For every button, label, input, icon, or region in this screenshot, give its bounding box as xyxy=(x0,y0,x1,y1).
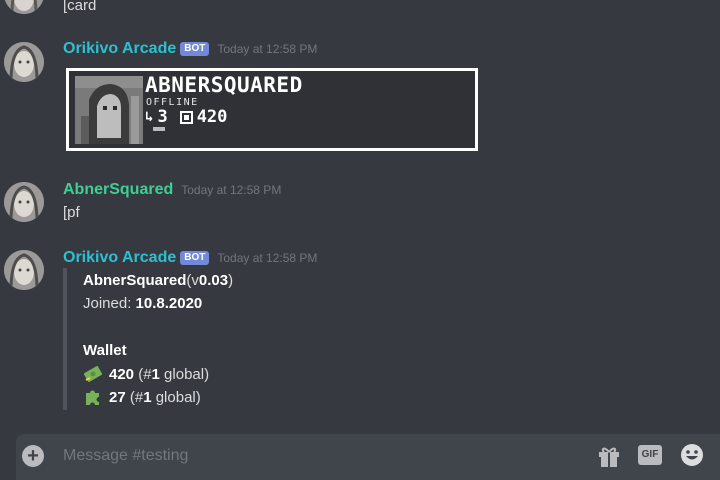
profile-card-image[interactable]: ABNERSQUARED OFFLINE ↳ 3 420 xyxy=(66,68,478,151)
embed-money-line: 420 (# 1 global) xyxy=(83,364,209,384)
profile-embed: AbnerSquared (v 0.03 ) Joined: 10.8.2020… xyxy=(63,268,363,410)
money-rank-close: global) xyxy=(159,365,210,383)
embed-version: 0.03 xyxy=(198,272,229,289)
author-name[interactable]: Orikivo Arcade xyxy=(63,40,176,58)
avatar[interactable] xyxy=(4,0,44,14)
money-icon xyxy=(83,364,103,384)
version-close: ) xyxy=(228,272,234,289)
gif-icon[interactable]: GIF xyxy=(638,445,662,465)
card-balance: 420 xyxy=(196,107,228,127)
version-open: (v xyxy=(186,272,199,289)
card-username: ABNERSQUARED xyxy=(145,73,303,97)
timestamp[interactable]: Today at 12:58 PM xyxy=(181,183,281,197)
card-stats: ↳ 3 420 xyxy=(145,107,227,127)
coin-icon xyxy=(179,110,193,124)
bot-badge: BOT xyxy=(180,251,210,265)
embed-joined-line: Joined: 10.8.2020 xyxy=(83,295,202,312)
avatar[interactable] xyxy=(4,250,44,290)
embed-wallet-title: Wallet xyxy=(83,342,127,359)
message-user-pf: AbnerSquared Today at 12:58 PM [pf xyxy=(0,180,720,225)
gift-icon[interactable] xyxy=(598,444,620,468)
tokens-rank: 1 xyxy=(143,388,152,406)
embed-profile-name-line: AbnerSquared (v 0.03 ) xyxy=(83,272,233,289)
avatar[interactable] xyxy=(4,42,44,82)
level-progress-bar xyxy=(153,127,165,131)
message-text: [card xyxy=(63,0,97,14)
bot-badge: BOT xyxy=(180,42,210,56)
message-text: [pf xyxy=(63,204,80,221)
message-input[interactable]: Message #testing xyxy=(63,447,188,465)
puzzle-icon xyxy=(83,387,103,407)
joined-date: 10.8.2020 xyxy=(135,295,203,312)
joined-label: Joined: xyxy=(83,295,136,312)
embed-username: AbnerSquared xyxy=(83,272,187,289)
money-rank-open: (# xyxy=(134,365,152,383)
avatar[interactable] xyxy=(4,182,44,222)
add-icon[interactable]: + xyxy=(22,445,44,467)
author-name[interactable]: Orikivo Arcade xyxy=(63,249,176,267)
money-amount: 420 xyxy=(109,365,135,383)
emoji-icon[interactable] xyxy=(680,443,704,467)
author-name[interactable]: AbnerSquared xyxy=(63,181,173,199)
tokens-amount: 27 xyxy=(109,388,126,406)
level-icon: ↳ xyxy=(145,109,154,125)
embed-tokens-line: 27 (# 1 global) xyxy=(83,387,201,407)
tokens-rank-close: global) xyxy=(151,388,201,406)
timestamp[interactable]: Today at 12:58 PM xyxy=(217,42,317,56)
card-level: 3 xyxy=(157,107,168,127)
timestamp[interactable]: Today at 12:58 PM xyxy=(217,251,317,265)
wallet-title: Wallet xyxy=(83,342,127,359)
message-input-bar: + Message #testing GIF xyxy=(16,434,720,480)
money-rank: 1 xyxy=(151,365,160,383)
card-portrait xyxy=(75,76,143,144)
tokens-rank-open: (# xyxy=(125,388,144,406)
message-card-command: [card xyxy=(0,0,720,20)
